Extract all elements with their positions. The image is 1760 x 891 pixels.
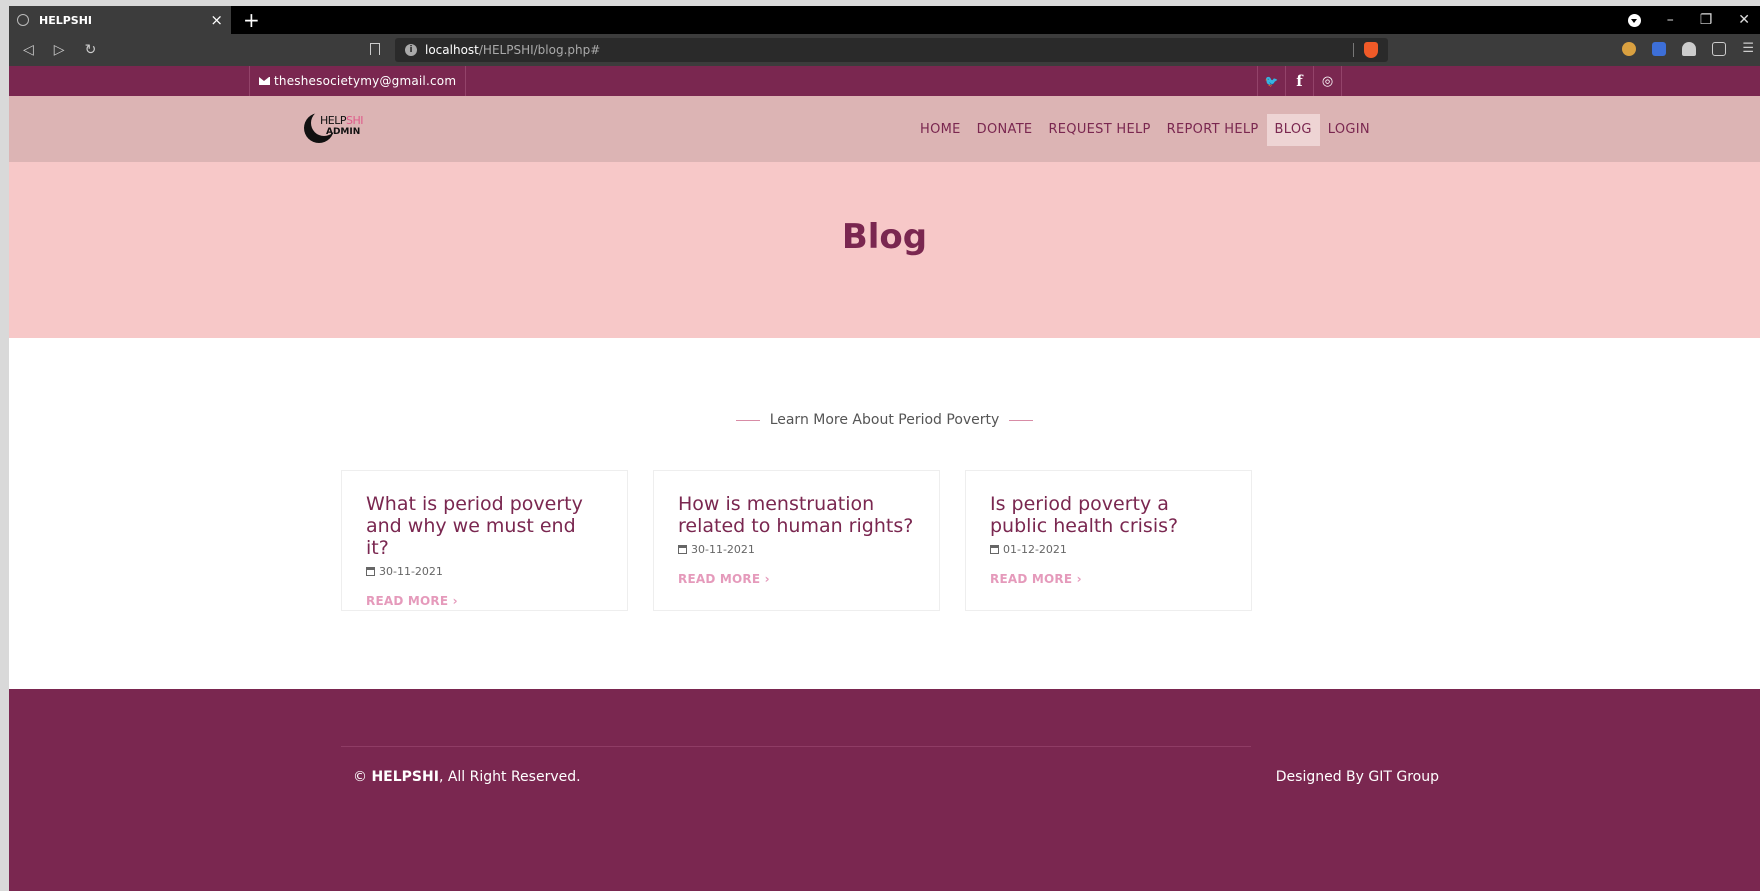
bookmark-icon[interactable] — [370, 43, 380, 55]
calendar-icon — [990, 545, 999, 554]
nav-donate[interactable]: DONATE — [969, 114, 1041, 146]
envelope-icon — [259, 77, 270, 85]
post-title[interactable]: How is menstruation related to human rig… — [678, 493, 915, 537]
post-date: 01-12-2021 — [990, 543, 1227, 556]
section-subtitle: Learn More About Period Poverty — [9, 412, 1760, 428]
copyright: © HELPSHI, All Right Reserved. — [353, 769, 581, 785]
globe-icon — [17, 14, 29, 26]
email-contact[interactable]: theshesocietymy@gmail.com — [249, 66, 467, 96]
url-host: localhost — [425, 43, 479, 57]
tab-title: HELPSHI — [39, 13, 93, 27]
wallet-icon[interactable] — [1712, 42, 1727, 56]
page-title: Blog — [841, 217, 928, 257]
twitter-icon[interactable]: 🐦 — [1258, 66, 1286, 96]
post-title[interactable]: What is period poverty and why we must e… — [366, 493, 603, 559]
designed-by[interactable]: Designed By GIT Group — [1276, 769, 1439, 785]
main-nav: HOME DONATE REQUEST HELP REPORT HELP BLO… — [912, 114, 1378, 146]
site-header: HELPSHI ADMIN HOME DONATE REQUEST HELP R… — [9, 96, 1760, 162]
instagram-icon[interactable]: ◎ — [1314, 66, 1342, 96]
read-more-link[interactable]: READ MORE › — [366, 594, 603, 608]
facebook-icon[interactable]: f — [1286, 66, 1314, 96]
brave-shield-icon[interactable] — [1364, 42, 1378, 58]
menu-icon[interactable]: ☰ — [1742, 42, 1754, 56]
top-bar: theshesocietymy@gmail.com 🐦 f ◎ — [9, 66, 1760, 96]
address-bar[interactable]: i localhost/HELPSHI/blog.php# — [395, 38, 1388, 62]
close-tab-icon[interactable]: × — [210, 11, 223, 29]
read-more-link[interactable]: READ MORE › — [990, 572, 1227, 586]
nav-report-help[interactable]: REPORT HELP — [1159, 114, 1267, 146]
blog-section: Learn More About Period Poverty What is … — [9, 338, 1760, 690]
url-divider — [1353, 43, 1354, 57]
email-text: theshesocietymy@gmail.com — [274, 74, 457, 88]
site-footer: © HELPSHI, All Right Reserved. Designed … — [9, 689, 1760, 891]
divider-line — [735, 419, 760, 421]
maximize-button[interactable]: ❐ — [1700, 12, 1713, 28]
web-page: theshesocietymy@gmail.com 🐦 f ◎ HELPSHI … — [9, 66, 1760, 891]
calendar-icon — [678, 545, 687, 554]
forward-button[interactable]: ▷ — [54, 42, 65, 58]
nav-home[interactable]: HOME — [912, 114, 969, 146]
blog-cards: What is period poverty and why we must e… — [341, 470, 1252, 611]
nav-request-help[interactable]: REQUEST HELP — [1040, 114, 1158, 146]
divider-line — [1009, 419, 1034, 421]
minimize-button[interactable]: – — [1667, 12, 1674, 28]
social-links: 🐦 f ◎ — [1257, 66, 1342, 96]
window-controls: – ❐ ✕ — [1627, 6, 1760, 34]
puzzle-icon[interactable] — [1682, 42, 1697, 56]
blog-card: What is period poverty and why we must e… — [341, 470, 628, 611]
blog-card: How is menstruation related to human rig… — [653, 470, 940, 611]
extensions-area: ☰ — [1622, 42, 1754, 56]
page-hero: Blog — [9, 162, 1760, 338]
post-title[interactable]: Is period poverty a public health crisis… — [990, 493, 1227, 537]
close-window-button[interactable]: ✕ — [1738, 12, 1750, 28]
info-icon[interactable]: i — [405, 44, 417, 56]
back-button[interactable]: ◁ — [23, 42, 34, 58]
site-logo[interactable]: HELPSHI ADMIN — [304, 110, 366, 146]
read-more-link[interactable]: READ MORE › — [678, 572, 915, 586]
new-tab-button[interactable]: + — [243, 8, 260, 32]
logo-text-top: HELPSHI — [320, 114, 363, 127]
browser-window: HELPSHI × + – ❐ ✕ ◁ ▷ ↻ i localhost/HELP… — [9, 6, 1760, 891]
calendar-icon — [366, 567, 375, 576]
tab-bar: HELPSHI × + – ❐ ✕ — [9, 6, 1760, 34]
blog-card: Is period poverty a public health crisis… — [965, 470, 1252, 611]
reload-button[interactable]: ↻ — [85, 42, 97, 58]
url-path: /HELPSHI/blog.php# — [478, 43, 601, 57]
footer-divider — [341, 746, 1251, 747]
logo-text-bottom: ADMIN — [326, 127, 361, 137]
extension-icon[interactable] — [1652, 42, 1667, 56]
footer-brand-link[interactable]: HELPSHI — [371, 769, 438, 785]
nav-login[interactable]: LOGIN — [1320, 114, 1378, 146]
nav-blog[interactable]: BLOG — [1266, 114, 1320, 146]
extension-icon[interactable] — [1622, 42, 1637, 56]
brave-menu-icon[interactable] — [1627, 13, 1641, 27]
browser-tab[interactable]: HELPSHI × — [9, 6, 231, 34]
post-date: 30-11-2021 — [678, 543, 915, 556]
browser-toolbar: ◁ ▷ ↻ i localhost/HELPSHI/blog.php# ☰ — [9, 34, 1760, 66]
post-date: 30-11-2021 — [366, 565, 603, 578]
section-subtitle-text: Learn More About Period Poverty — [769, 412, 1000, 428]
